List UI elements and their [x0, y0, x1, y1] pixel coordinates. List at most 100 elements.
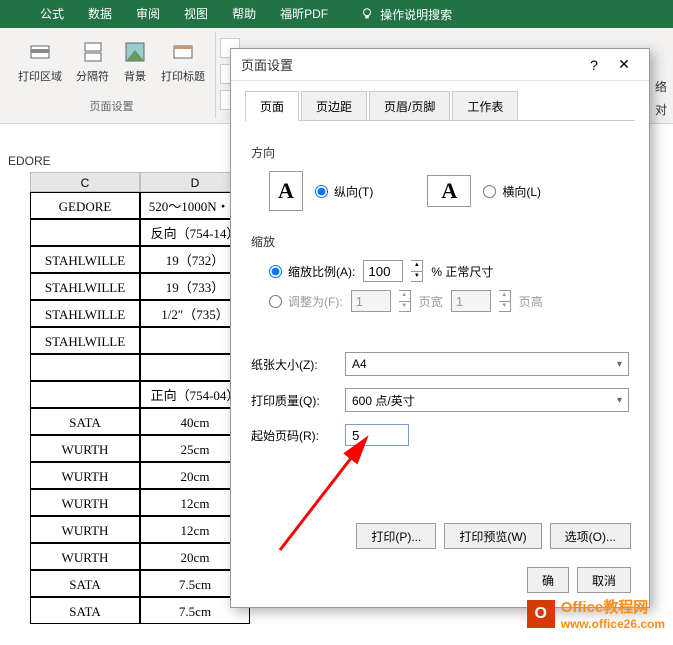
- print-area-label: 打印区域: [18, 68, 62, 84]
- breaks-label: 分隔符: [76, 68, 109, 84]
- cell[interactable]: SATA: [30, 570, 140, 597]
- cell[interactable]: STAHLWILLE: [30, 300, 140, 327]
- scaling-fit-radio-input[interactable]: [269, 295, 282, 308]
- landscape-icon: A: [427, 175, 471, 207]
- ribbon-tabs: 公式 数据 审阅 视图 帮助 福昕PDF 操作说明搜索: [0, 0, 673, 28]
- printquality-label: 打印质量(Q):: [251, 392, 335, 409]
- tab-foxitpdf[interactable]: 福昕PDF: [268, 0, 340, 28]
- print-preview-button[interactable]: 打印预览(W): [444, 523, 541, 549]
- cell[interactable]: [30, 381, 140, 408]
- cell[interactable]: WURTH: [30, 516, 140, 543]
- office-logo-icon: O: [527, 600, 555, 628]
- dialog-tab-sheet[interactable]: 工作表: [452, 91, 518, 121]
- printquality-dropdown[interactable]: 600 点/英寸 ▾: [345, 388, 629, 412]
- ok-button[interactable]: 确: [527, 567, 569, 593]
- papersize-row: 纸张大小(Z): A4 ▾: [251, 352, 629, 376]
- cell[interactable]: WURTH: [30, 543, 140, 570]
- scaling-adjust-spinner[interactable]: ▲▼: [411, 260, 423, 282]
- cell[interactable]: [30, 219, 140, 246]
- dialog-help-button[interactable]: ?: [579, 50, 609, 80]
- watermark-brand: Office教程网: [561, 596, 665, 617]
- firstpage-label: 起始页码(R):: [251, 427, 335, 444]
- landscape-radio-label: 横向(L): [502, 183, 541, 200]
- firstpage-input[interactable]: [345, 424, 409, 446]
- print-button[interactable]: 打印(P)...: [356, 523, 436, 549]
- orientation-row: A 纵向(T) A 横向(L): [251, 171, 629, 211]
- dialog-tab-margins[interactable]: 页边距: [301, 91, 367, 121]
- breaks-icon: [81, 40, 105, 64]
- dialog-tab-headerfooter[interactable]: 页眉/页脚: [369, 91, 450, 121]
- cell[interactable]: SATA: [30, 597, 140, 624]
- background-label: 背景: [124, 68, 146, 84]
- scaling-adjust-input[interactable]: [363, 260, 403, 282]
- cell[interactable]: STAHLWILLE: [30, 273, 140, 300]
- page-setup-dialog: 页面设置 ? ✕ 页面 页边距 页眉/页脚 工作表 方向 A 纵向(T) A 横…: [230, 48, 650, 608]
- tab-formulas[interactable]: 公式: [28, 0, 76, 28]
- tab-help[interactable]: 帮助: [220, 0, 268, 28]
- cancel-button[interactable]: 取消: [577, 567, 631, 593]
- table-row: STAHLWILLE: [30, 327, 250, 354]
- dialog-tab-page[interactable]: 页面: [245, 91, 299, 121]
- table-row: 正向（754-04）: [30, 381, 250, 408]
- ribbon-right-net[interactable]: 络: [655, 78, 667, 95]
- ribbon-right: 络 对: [655, 78, 667, 118]
- table-row: SATA7.5cm: [30, 570, 250, 597]
- printquality-row: 打印质量(Q): 600 点/英寸 ▾: [251, 388, 629, 412]
- cell[interactable]: STAHLWILLE: [30, 246, 140, 273]
- background-button[interactable]: 背景: [121, 38, 149, 86]
- dialog-tabs: 页面 页边距 页眉/页脚 工作表: [231, 81, 649, 121]
- scaling-fit-radio[interactable]: 调整为(F):: [269, 293, 343, 310]
- portrait-icon: A: [269, 171, 303, 211]
- papersize-dropdown[interactable]: A4 ▾: [345, 352, 629, 376]
- name-box[interactable]: EDORE: [0, 150, 250, 172]
- scaling-fit-radio-label: 调整为(F):: [288, 293, 343, 310]
- watermark: O Office教程网 www.office26.com: [527, 596, 665, 631]
- dialog-footer: 打印(P)... 打印预览(W) 选项(O)... 确 取消: [249, 523, 631, 593]
- tell-me-search[interactable]: 操作说明搜索: [360, 6, 452, 23]
- table-row: GEDORE520～1000N・M: [30, 192, 250, 219]
- table-row: STAHLWILLE1/2″（735）: [30, 300, 250, 327]
- table-row: 反向（754-14）: [30, 219, 250, 246]
- papersize-label: 纸张大小(Z):: [251, 356, 335, 373]
- printquality-value: 600 点/英寸: [352, 392, 415, 409]
- dialog-close-button[interactable]: ✕: [609, 50, 639, 80]
- scaling-adjust-row: 缩放比例(A): ▲▼ % 正常尺寸: [251, 260, 629, 282]
- table-row: SATA7.5cm: [30, 597, 250, 624]
- ribbon-group-pagesetup: 打印区域 分隔符 背景 打印标题 页面设置: [8, 32, 216, 118]
- portrait-radio[interactable]: 纵向(T): [315, 183, 373, 200]
- cell[interactable]: GEDORE: [30, 192, 140, 219]
- cell[interactable]: [30, 354, 140, 381]
- scaling-fit-row: 调整为(F): ▲▼ 页宽 ▲▼ 页高: [251, 290, 629, 312]
- breaks-button[interactable]: 分隔符: [74, 38, 111, 86]
- cell[interactable]: WURTH: [30, 489, 140, 516]
- scaling-adjust-radio-input[interactable]: [269, 265, 282, 278]
- scaling-adjust-radio[interactable]: 缩放比例(A):: [269, 263, 355, 280]
- landscape-radio-input[interactable]: [483, 185, 496, 198]
- ribbon-group-label: 页面设置: [90, 98, 134, 118]
- column-headers: C D: [30, 172, 250, 192]
- table-row: STAHLWILLE19（732）: [30, 246, 250, 273]
- scaling-fit-wide-spinner: ▲▼: [399, 290, 411, 312]
- scaling-fit-tall-spinner: ▲▼: [499, 290, 511, 312]
- options-button[interactable]: 选项(O)...: [550, 523, 631, 549]
- dialog-titlebar: 页面设置 ? ✕: [231, 49, 649, 81]
- cell[interactable]: WURTH: [30, 462, 140, 489]
- cell[interactable]: SATA: [30, 408, 140, 435]
- scaling-adjust-suffix: % 正常尺寸: [431, 263, 493, 280]
- landscape-radio[interactable]: 横向(L): [483, 183, 541, 200]
- tab-review[interactable]: 审阅: [124, 0, 172, 28]
- col-header-c[interactable]: C: [30, 172, 140, 192]
- print-area-button[interactable]: 打印区域: [16, 38, 64, 86]
- dialog-body: 方向 A 纵向(T) A 横向(L) 缩放 缩放比例(A): ▲▼ % 正常尺寸: [231, 122, 649, 472]
- dialog-title: 页面设置: [241, 55, 579, 74]
- tab-view[interactable]: 视图: [172, 0, 220, 28]
- cell[interactable]: STAHLWILLE: [30, 327, 140, 354]
- portrait-radio-label: 纵向(T): [334, 183, 373, 200]
- ribbon-right-align[interactable]: 对: [655, 101, 667, 118]
- portrait-radio-input[interactable]: [315, 185, 328, 198]
- print-titles-icon: [171, 40, 195, 64]
- table-row: SATA40cm: [30, 408, 250, 435]
- print-titles-button[interactable]: 打印标题: [159, 38, 207, 86]
- cell[interactable]: WURTH: [30, 435, 140, 462]
- tab-data[interactable]: 数据: [76, 0, 124, 28]
